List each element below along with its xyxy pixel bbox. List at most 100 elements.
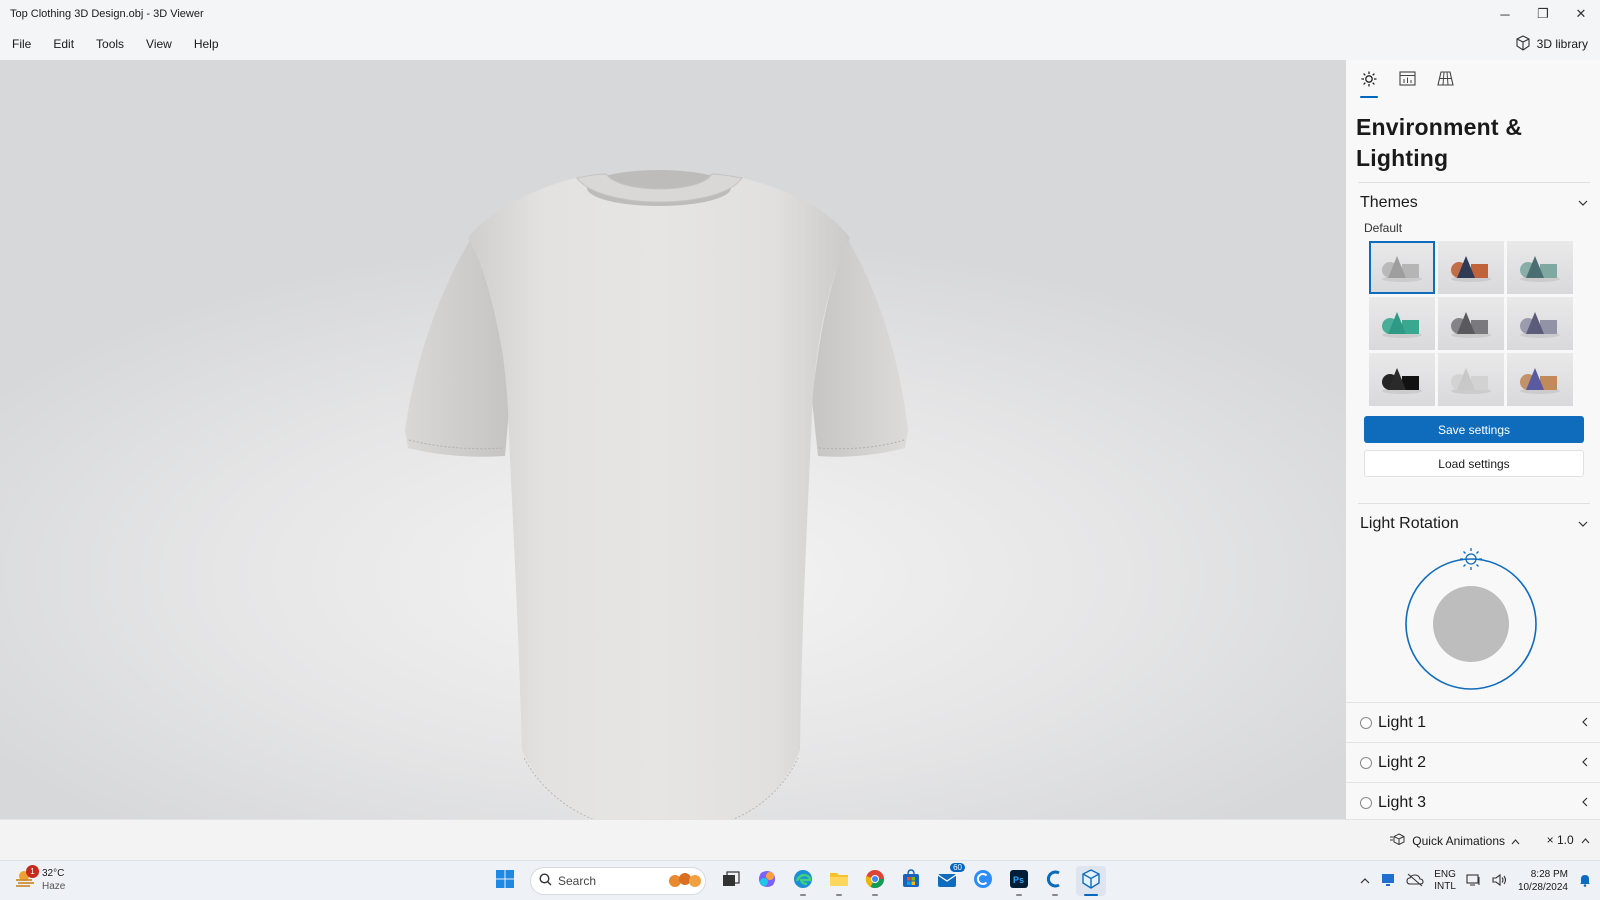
minimize-button[interactable]: ─ bbox=[1486, 0, 1524, 28]
taskbar-search[interactable]: Search bbox=[530, 867, 706, 895]
menu-tools[interactable]: Tools bbox=[85, 37, 135, 51]
theme-swatch[interactable] bbox=[1507, 353, 1573, 406]
menu-bar: File Edit Tools View Help 3D library bbox=[0, 28, 1600, 60]
menu-edit[interactable]: Edit bbox=[42, 37, 85, 51]
copilot-button[interactable] bbox=[752, 866, 782, 896]
clock[interactable]: 8:28 PM 10/28/2024 bbox=[1518, 868, 1568, 894]
crescent-app-icon bbox=[1045, 869, 1065, 894]
menu-file[interactable]: File bbox=[0, 37, 42, 51]
onedrive-offline-icon[interactable] bbox=[1406, 873, 1424, 890]
network-icon[interactable] bbox=[1466, 873, 1482, 890]
light-2-row[interactable]: Light 2 bbox=[1346, 742, 1600, 782]
3d-library-button[interactable]: 3D library bbox=[1515, 34, 1588, 54]
task-view-button[interactable] bbox=[716, 866, 746, 896]
store-icon bbox=[901, 868, 921, 894]
theme-swatch[interactable] bbox=[1369, 353, 1435, 406]
taskbar-apps: Search 60 Ps bbox=[490, 863, 1106, 896]
theme-swatch[interactable] bbox=[1438, 241, 1504, 294]
search-highlight-icon bbox=[665, 870, 705, 893]
photoshop-button[interactable]: Ps bbox=[1004, 866, 1034, 896]
animation-speed[interactable]: × 1.0 bbox=[1547, 833, 1590, 847]
light-1-label: Light 1 bbox=[1378, 713, 1427, 731]
tab-stats[interactable] bbox=[1396, 70, 1418, 92]
windows-icon bbox=[495, 869, 515, 894]
theme-preview-icon bbox=[1451, 255, 1491, 282]
circle-app-icon bbox=[973, 869, 993, 894]
light-1-row[interactable]: Light 1 bbox=[1346, 702, 1600, 742]
sun-icon bbox=[1361, 71, 1377, 92]
tab-mesh[interactable] bbox=[1434, 70, 1456, 92]
mail-button[interactable]: 60 bbox=[932, 863, 965, 896]
running-indicator bbox=[800, 894, 806, 896]
system-tray: ENG INTL 8:28 PM 10/28/2024 bbox=[1360, 865, 1592, 897]
tab-environment[interactable] bbox=[1358, 70, 1380, 98]
notification-bell-icon[interactable] bbox=[1578, 873, 1592, 890]
quick-animations-button[interactable]: Quick Animations bbox=[1390, 833, 1520, 848]
chevron-up-icon bbox=[1511, 834, 1520, 848]
theme-swatch[interactable] bbox=[1438, 353, 1504, 406]
lang-bottom: INTL bbox=[1434, 881, 1456, 892]
task-view-icon bbox=[722, 870, 740, 892]
start-button[interactable] bbox=[490, 866, 520, 896]
menu-help[interactable]: Help bbox=[183, 37, 230, 51]
light-rotation-label: Light Rotation bbox=[1360, 515, 1459, 532]
chevron-up-icon[interactable] bbox=[1360, 876, 1370, 887]
weather-widget[interactable]: 1 32°C Haze bbox=[14, 865, 65, 893]
title-bar: Top Clothing 3D Design.obj - 3D Viewer ─… bbox=[0, 0, 1600, 28]
edge-button[interactable] bbox=[788, 866, 818, 896]
theme-swatch[interactable] bbox=[1369, 297, 1435, 350]
speed-label: × 1.0 bbox=[1546, 833, 1574, 847]
theme-swatch[interactable] bbox=[1507, 241, 1573, 294]
edge-icon bbox=[793, 869, 813, 894]
light-1-radio[interactable] bbox=[1360, 716, 1372, 729]
light-3-label: Light 3 bbox=[1378, 793, 1427, 811]
light-2-label: Light 2 bbox=[1378, 753, 1427, 771]
app-c-button[interactable] bbox=[968, 866, 998, 896]
light-3-row[interactable]: Light 3 bbox=[1346, 782, 1600, 819]
chrome-button[interactable] bbox=[860, 866, 890, 896]
light-2-radio[interactable] bbox=[1360, 756, 1372, 769]
theme-preview-icon bbox=[1451, 367, 1491, 394]
menu-view[interactable]: View bbox=[135, 37, 183, 51]
themes-header[interactable]: Themes bbox=[1346, 183, 1600, 223]
status-bar: Quick Animations × 1.0 bbox=[0, 819, 1600, 860]
load-settings-button[interactable]: Load settings bbox=[1364, 450, 1584, 477]
weather-badge: 1 bbox=[26, 865, 39, 878]
language-indicator[interactable]: ENG INTL bbox=[1434, 869, 1456, 893]
chevron-up-icon bbox=[1581, 833, 1590, 847]
window-controls: ─ ❐ ✕ bbox=[1486, 0, 1600, 28]
tshirt-model bbox=[405, 170, 908, 819]
store-button[interactable] bbox=[896, 866, 926, 896]
panel-tabs bbox=[1346, 60, 1600, 98]
light-rotation-control[interactable] bbox=[1346, 544, 1600, 694]
3d-viewer-taskbar-button[interactable] bbox=[1076, 866, 1106, 896]
theme-swatch[interactable] bbox=[1438, 297, 1504, 350]
running-indicator bbox=[1016, 894, 1022, 896]
monitor-app-icon[interactable] bbox=[1380, 873, 1396, 890]
save-settings-button[interactable]: Save settings bbox=[1364, 416, 1584, 443]
running-indicator bbox=[1052, 894, 1058, 896]
theme-preview-icon bbox=[1451, 311, 1491, 338]
app-crescent-button[interactable] bbox=[1040, 866, 1070, 896]
copilot-icon bbox=[757, 869, 777, 894]
close-button[interactable]: ✕ bbox=[1562, 0, 1600, 28]
chevron-left-icon bbox=[1582, 794, 1588, 812]
restore-button[interactable]: ❐ bbox=[1524, 0, 1562, 28]
theme-preview-icon bbox=[1520, 367, 1560, 394]
volume-icon[interactable] bbox=[1492, 873, 1508, 890]
light-3-radio[interactable] bbox=[1360, 796, 1372, 809]
themes-grid bbox=[1346, 235, 1600, 406]
taskbar: 1 32°C Haze Search 60 Ps ENG INTL 8:28 P… bbox=[0, 860, 1600, 900]
theme-swatch[interactable] bbox=[1369, 241, 1435, 294]
light-rotation-header[interactable]: Light Rotation bbox=[1346, 504, 1600, 544]
mail-icon bbox=[937, 870, 957, 893]
theme-preview-icon bbox=[1382, 255, 1422, 282]
3d-viewport[interactable] bbox=[0, 60, 1346, 819]
themes-default-label: Default bbox=[1364, 221, 1403, 235]
light-sphere bbox=[1433, 586, 1509, 662]
file-explorer-button[interactable] bbox=[824, 866, 854, 896]
search-icon bbox=[539, 873, 552, 889]
theme-swatch[interactable] bbox=[1507, 297, 1573, 350]
cube-icon bbox=[1515, 34, 1531, 54]
panel-title: Environment & Lighting bbox=[1356, 114, 1523, 171]
